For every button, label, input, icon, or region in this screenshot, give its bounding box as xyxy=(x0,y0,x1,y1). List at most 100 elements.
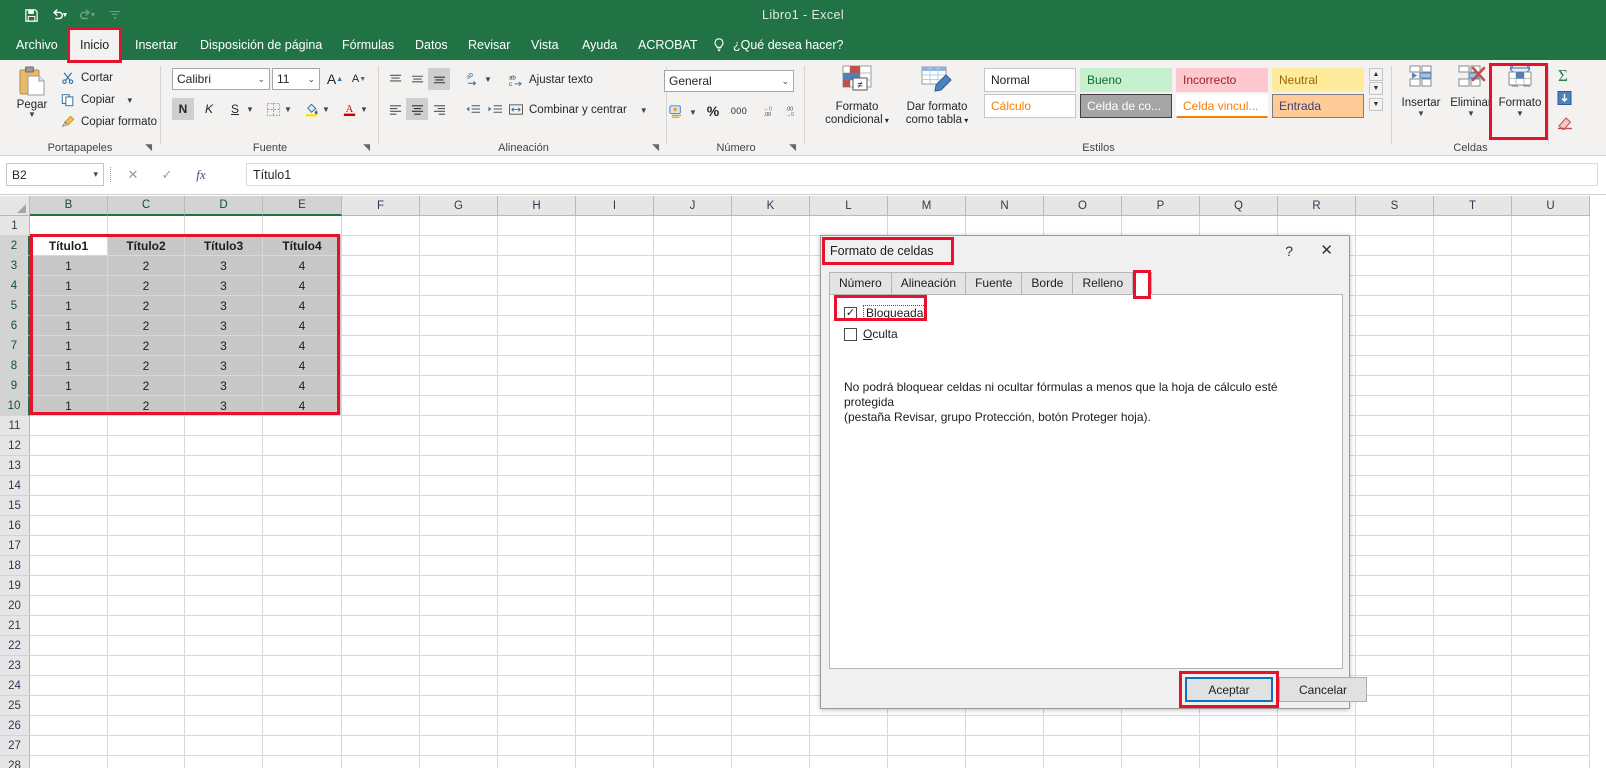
grid-cell[interactable] xyxy=(108,596,185,616)
grid-cell[interactable] xyxy=(576,476,654,496)
accounting-format-icon[interactable] xyxy=(664,100,688,122)
grid-cell[interactable] xyxy=(342,296,420,316)
format-dropdown-caret[interactable]: ▼ xyxy=(1494,109,1546,118)
row-header-17[interactable]: 17 xyxy=(0,536,30,556)
row-header-3[interactable]: 3 xyxy=(0,256,30,276)
grid-cell[interactable] xyxy=(342,456,420,476)
grid-cell[interactable] xyxy=(1044,716,1122,736)
grid-cell[interactable] xyxy=(420,516,498,536)
grid-cell[interactable] xyxy=(342,636,420,656)
copy-dropdown-caret[interactable]: ▼ xyxy=(126,96,134,105)
grid-cell[interactable] xyxy=(576,236,654,256)
grid-cell[interactable] xyxy=(810,736,888,756)
row-header-1[interactable]: 1 xyxy=(0,216,30,236)
grid-cell[interactable] xyxy=(1512,756,1590,768)
grid-cell[interactable] xyxy=(420,336,498,356)
grid-cell[interactable] xyxy=(1278,756,1356,768)
grid-cell[interactable]: 4 xyxy=(263,356,342,376)
font-dialog-launcher[interactable]: ◥ xyxy=(363,142,370,153)
grid-cell[interactable] xyxy=(498,556,576,576)
grid-cell[interactable] xyxy=(654,736,732,756)
grid-cell[interactable] xyxy=(185,656,263,676)
grid-cell[interactable] xyxy=(420,756,498,768)
underline-dropdown-caret[interactable]: ▼ xyxy=(246,105,254,114)
column-header-C[interactable]: C xyxy=(108,196,185,216)
fill-color-icon[interactable] xyxy=(300,98,322,120)
grid-cell[interactable] xyxy=(108,716,185,736)
grid-cell[interactable] xyxy=(1512,496,1590,516)
grid-cell[interactable] xyxy=(1356,636,1434,656)
row-header-13[interactable]: 13 xyxy=(0,456,30,476)
grid-cell[interactable]: 2 xyxy=(108,336,185,356)
grid-cell[interactable] xyxy=(498,596,576,616)
grid-cell[interactable] xyxy=(1434,456,1512,476)
borders-dropdown-caret[interactable]: ▼ xyxy=(284,105,292,114)
grid-cell[interactable] xyxy=(576,216,654,236)
grid-cell[interactable] xyxy=(1434,356,1512,376)
cell-style-item[interactable]: Neutral xyxy=(1272,68,1364,92)
grid-cell[interactable] xyxy=(1434,756,1512,768)
grid-cell[interactable] xyxy=(498,256,576,276)
grid-cell[interactable]: 3 xyxy=(185,376,263,396)
grid-cell[interactable] xyxy=(576,336,654,356)
grid-cell[interactable] xyxy=(732,656,810,676)
grid-cell[interactable] xyxy=(654,436,732,456)
grid-cell[interactable] xyxy=(498,576,576,596)
orientation-dropdown-caret[interactable]: ▼ xyxy=(484,75,492,84)
grid-cell[interactable] xyxy=(1434,736,1512,756)
bold-button[interactable]: N xyxy=(172,98,194,120)
grid-cell[interactable] xyxy=(30,636,108,656)
number-format-combo[interactable]: General ⌄ xyxy=(664,70,794,92)
grid-cell[interactable] xyxy=(342,496,420,516)
grid-cell[interactable] xyxy=(1356,516,1434,536)
row-header-6[interactable]: 6 xyxy=(0,316,30,336)
grid-cell[interactable] xyxy=(185,516,263,536)
row-header-25[interactable]: 25 xyxy=(0,696,30,716)
font-family-combo[interactable]: Calibri ⌄ xyxy=(172,68,270,90)
grid-cell[interactable] xyxy=(732,576,810,596)
grid-cell[interactable]: 2 xyxy=(108,316,185,336)
grid-cell[interactable] xyxy=(888,716,966,736)
grid-cell[interactable] xyxy=(498,236,576,256)
grid-cell[interactable] xyxy=(732,456,810,476)
gallery-more-button[interactable]: ▼ xyxy=(1369,98,1383,111)
grid-cell[interactable] xyxy=(1122,736,1200,756)
grid-cell[interactable] xyxy=(576,696,654,716)
grid-cell[interactable] xyxy=(342,336,420,356)
grid-cell[interactable] xyxy=(1512,376,1590,396)
dialog-tab-alineaci-n[interactable]: Alineación xyxy=(891,272,965,295)
grid-cell[interactable] xyxy=(888,216,966,236)
grid-cell[interactable] xyxy=(498,656,576,676)
grid-cell[interactable] xyxy=(1200,736,1278,756)
grid-cell[interactable] xyxy=(498,616,576,636)
font-size-combo[interactable]: 11 ⌄ xyxy=(272,68,320,90)
row-header-14[interactable]: 14 xyxy=(0,476,30,496)
grid-cell[interactable] xyxy=(498,636,576,656)
grid-cell[interactable] xyxy=(1356,416,1434,436)
grid-cell[interactable] xyxy=(576,296,654,316)
grid-cell[interactable] xyxy=(654,456,732,476)
column-header-E[interactable]: E xyxy=(263,196,342,216)
grid-cell[interactable]: 4 xyxy=(263,396,342,416)
grid-cell[interactable]: 3 xyxy=(185,396,263,416)
percent-style-button[interactable]: % xyxy=(702,100,724,122)
grid-cell[interactable] xyxy=(420,256,498,276)
grid-cell[interactable] xyxy=(342,476,420,496)
grid-cell[interactable] xyxy=(654,636,732,656)
format-as-table-button[interactable]: Dar formato como tabla ▾ xyxy=(900,64,974,127)
insert-cells-button[interactable]: Insertar ▼ xyxy=(1395,64,1447,118)
grid-cell[interactable] xyxy=(420,596,498,616)
grid-cell[interactable]: 2 xyxy=(108,296,185,316)
grid-cell[interactable] xyxy=(263,676,342,696)
grid-cell[interactable] xyxy=(732,596,810,616)
grid-cell[interactable] xyxy=(185,716,263,736)
grid-cell[interactable] xyxy=(1122,756,1200,768)
column-header-S[interactable]: S xyxy=(1356,196,1434,216)
fill-icon[interactable] xyxy=(1556,90,1574,111)
grid-cell[interactable] xyxy=(732,556,810,576)
decrease-indent-icon[interactable] xyxy=(462,98,484,120)
grid-cell[interactable] xyxy=(576,656,654,676)
text-orientation-icon[interactable]: ab xyxy=(462,68,484,90)
grid-cell[interactable] xyxy=(1434,316,1512,336)
grid-cell[interactable] xyxy=(654,716,732,736)
